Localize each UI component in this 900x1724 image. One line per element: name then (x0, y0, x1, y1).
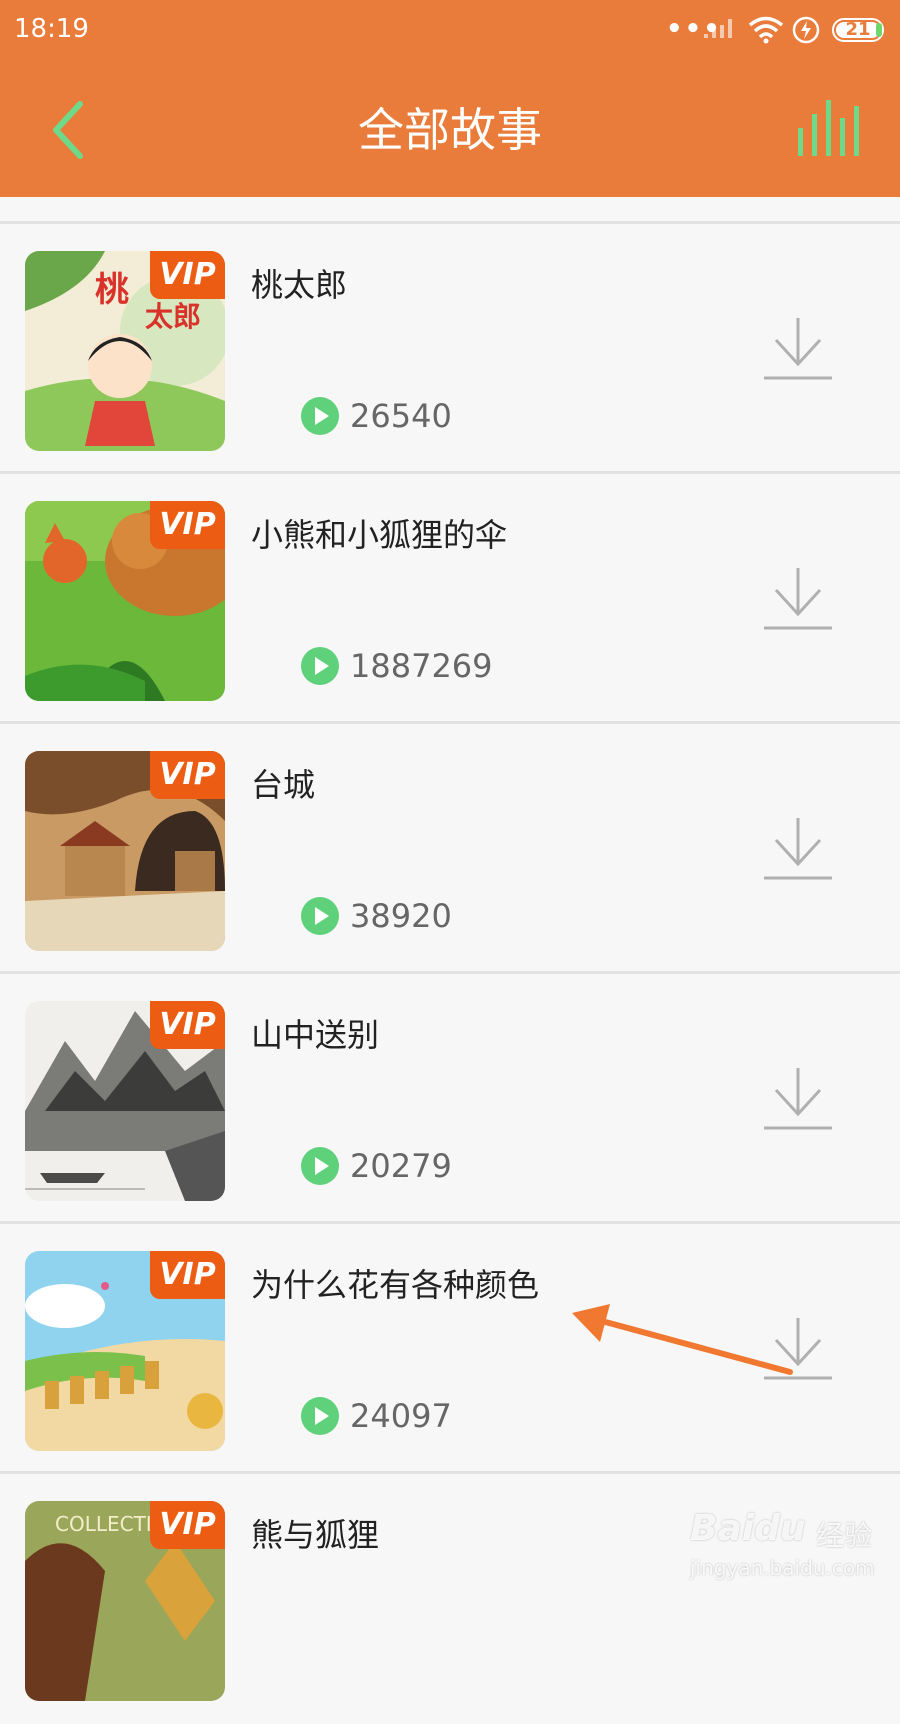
svg-text:桃: 桃 (95, 270, 129, 310)
vip-badge: VIP (150, 251, 225, 299)
vip-badge: VIP (150, 1501, 225, 1549)
wifi-icon (748, 16, 784, 51)
watermark-domain: jingyan.baidu.com (690, 1556, 875, 1580)
download-icon (764, 818, 832, 880)
watermark: Baidu 经验 jingyan.baidu.com (690, 1508, 890, 1588)
battery-level: 21 (845, 19, 871, 40)
vip-badge: VIP (150, 1001, 225, 1049)
play-icon (301, 647, 339, 685)
play-count-value: 20279 (350, 1147, 452, 1185)
download-button[interactable] (764, 316, 832, 382)
equalizer-icon (798, 100, 859, 156)
page-title: 全部故事 (358, 103, 542, 157)
play-count-value: 26540 (350, 397, 452, 435)
play-count-value: 1887269 (350, 647, 493, 685)
play-icon (301, 897, 339, 935)
story-cover-image: VIP (25, 1001, 225, 1201)
story-cover-image: VIP (25, 501, 225, 701)
play-icon (301, 1147, 339, 1185)
vip-badge: VIP (150, 1251, 225, 1299)
svg-text:COLLECTI: COLLECTI (55, 1512, 152, 1536)
story-cover-image: VIP (25, 1251, 225, 1451)
play-count-value: 38920 (350, 897, 452, 935)
watermark-brand: Baidu (690, 1508, 806, 1549)
play-count-value: 24097 (350, 1397, 452, 1435)
download-button[interactable] (764, 816, 832, 882)
download-icon (764, 318, 832, 380)
story-title: 为什么花有各种颜色 (251, 1266, 540, 1304)
download-button[interactable] (764, 1066, 832, 1132)
now-playing-button[interactable] (796, 100, 860, 160)
status-time: 18:19 (14, 14, 89, 44)
story-title: 小熊和小狐狸的伞 (251, 516, 508, 554)
status-bar: 18:19 ••• 21 (0, 0, 900, 60)
vip-badge: VIP (150, 501, 225, 549)
svg-text:太郎: 太郎 (145, 300, 201, 333)
download-button[interactable] (764, 566, 832, 632)
story-cover-image: 桃 太郎 VIP (25, 251, 225, 451)
vip-badge: VIP (150, 751, 225, 799)
story-title: 桃太郎 (251, 266, 348, 304)
story-cover-image: VIP (25, 751, 225, 951)
story-title: 台城 (251, 766, 316, 804)
story-item[interactable]: VIP 小熊和小狐狸的伞 1887269 (0, 474, 900, 724)
cell-signal-icon (702, 16, 738, 47)
play-icon (301, 1397, 339, 1435)
story-cover-image: COLLECTI VIP (25, 1501, 225, 1701)
story-title: 熊与狐狸 (251, 1516, 380, 1554)
story-item[interactable]: VIP 山中送别 20279 (0, 974, 900, 1224)
story-item[interactable]: 桃 太郎 VIP 桃太郎 26540 (0, 224, 900, 474)
annotation-arrow-icon (572, 1304, 793, 1375)
battery-indicator: 21 (832, 18, 884, 42)
charging-icon (792, 16, 820, 51)
story-title: 山中送别 (251, 1016, 380, 1054)
app-header: 18:19 ••• 21 全部故事 (0, 0, 900, 197)
download-icon (764, 568, 832, 630)
play-icon (301, 397, 339, 435)
story-item[interactable]: VIP 台城 38920 (0, 724, 900, 974)
watermark-brand-cn: 经验 (816, 1519, 873, 1552)
download-icon (764, 1068, 832, 1130)
